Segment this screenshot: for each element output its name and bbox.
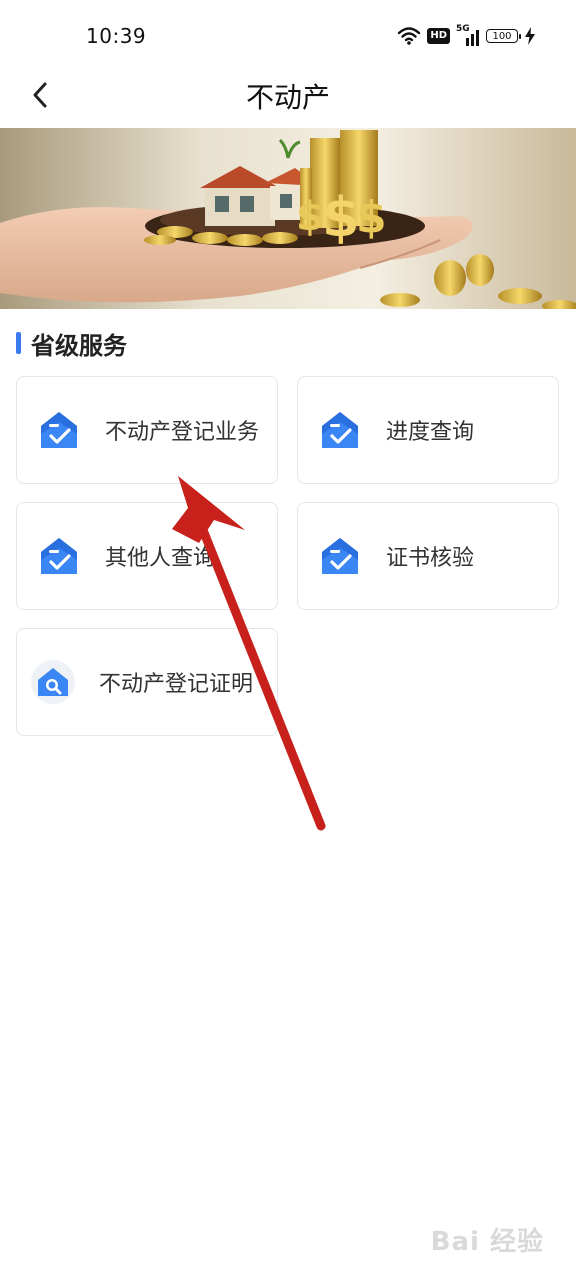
section-accent-bar	[16, 332, 21, 354]
service-label: 其他人查询	[105, 546, 216, 571]
banner-image: $ $ $	[0, 128, 576, 309]
network-type-label: 5G	[456, 24, 470, 34]
house-check-icon	[318, 534, 362, 578]
service-card-others-query[interactable]: 其他人查询	[16, 502, 278, 610]
battery-level: 100	[492, 30, 512, 42]
hand-house-coins-image: $ $ $	[0, 128, 576, 309]
service-card-registration-proof[interactable]: 不动产登记证明	[16, 628, 278, 736]
house-check-icon	[37, 534, 81, 578]
house-check-icon	[318, 408, 362, 452]
status-bar: 10:39 HD 5G 100	[0, 0, 576, 72]
status-icons: HD 5G 100	[397, 24, 536, 48]
service-label: 不动产登记证明	[99, 672, 254, 697]
charging-bolt-icon	[525, 27, 535, 45]
service-label: 证书核验	[386, 546, 475, 571]
svg-text:$: $	[322, 186, 360, 249]
house-search-icon	[31, 660, 75, 704]
hd-badge: HD	[427, 28, 450, 44]
battery-icon: 100	[486, 29, 521, 43]
watermark: Bai 经验	[430, 1227, 544, 1257]
service-label: 进度查询	[386, 420, 475, 445]
section-title: 省级服务	[31, 331, 127, 360]
svg-text:$: $	[296, 194, 324, 240]
service-card-registration[interactable]: 不动产登记业务	[16, 376, 278, 484]
signal-icon: 5G	[456, 24, 480, 46]
house-check-icon	[37, 408, 81, 452]
wifi-icon	[398, 27, 421, 45]
service-card-progress[interactable]: 进度查询	[297, 376, 559, 484]
top-navigation-bar: 不动产	[0, 72, 576, 128]
svg-text:$: $	[356, 192, 387, 243]
status-time: 10:39	[86, 24, 147, 48]
service-label: 不动产登记业务	[105, 420, 260, 445]
service-card-certificate-verify[interactable]: 证书核验	[297, 502, 559, 610]
page-title: 不动产	[245, 81, 330, 114]
section-header: 省级服务	[16, 328, 127, 360]
